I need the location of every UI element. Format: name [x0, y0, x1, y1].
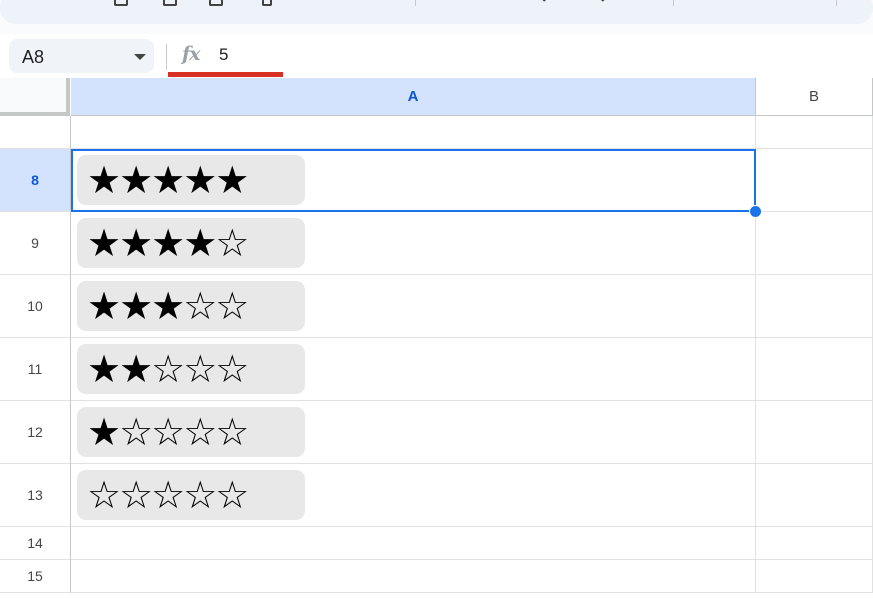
formula-input[interactable]: 5 — [219, 45, 228, 65]
undo-icon[interactable]: ↶ — [540, 0, 555, 10]
cell-a[interactable]: ★★★★★ — [71, 149, 756, 212]
toolbar-separator — [673, 0, 674, 6]
star-rating-chip[interactable]: ★★★★☆ — [77, 218, 305, 268]
toolbar-separator — [836, 0, 837, 6]
table-row: 13 ☆☆☆☆☆ — [0, 464, 873, 527]
row-header[interactable]: 15 — [0, 560, 71, 593]
cell-b[interactable] — [756, 275, 873, 338]
cell-a[interactable] — [71, 116, 756, 149]
table-row: 15 — [0, 560, 873, 593]
cell-b[interactable] — [756, 401, 873, 464]
cell-b[interactable] — [756, 212, 873, 275]
select-all-corner[interactable] — [0, 78, 70, 116]
table-row: 8 ★★★★★ — [0, 149, 873, 212]
table-row: 14 — [0, 527, 873, 560]
clear-format-icon[interactable] — [163, 0, 177, 6]
cell-a[interactable]: ★★☆☆☆ — [71, 338, 756, 401]
star-rating-chip[interactable]: ★☆☆☆☆ — [77, 407, 305, 457]
toolbar: ↶ ↷ — [0, 0, 873, 34]
table-row: 11 ★★☆☆☆ — [0, 338, 873, 401]
cell-b[interactable] — [756, 560, 873, 593]
cell-b[interactable] — [756, 527, 873, 560]
cell-a[interactable]: ★★★☆☆ — [71, 275, 756, 338]
formula-bar-underline — [168, 72, 283, 77]
print-icon[interactable] — [209, 0, 223, 6]
row-header[interactable]: 12 — [0, 401, 71, 464]
paint-format-icon[interactable] — [114, 0, 128, 6]
fill-handle[interactable] — [749, 205, 762, 218]
row-header[interactable]: 10 — [0, 275, 71, 338]
star-rating-chip[interactable]: ★★★☆☆ — [77, 281, 305, 331]
cell-b[interactable] — [756, 464, 873, 527]
cell-a[interactable]: ★★★★☆ — [71, 212, 756, 275]
row-header[interactable]: 11 — [0, 338, 71, 401]
redo-icon[interactable]: ↷ — [592, 0, 607, 10]
column-header-b[interactable]: B — [756, 78, 873, 116]
spreadsheet-grid: A B 8 ★★★★★ 9 ★★★★☆ 10 ★★★☆☆ 11 ★★☆☆☆ 12 — [0, 78, 873, 598]
format-icon[interactable] — [262, 0, 272, 6]
row-header[interactable] — [0, 116, 71, 149]
cell-a[interactable] — [71, 527, 756, 560]
toolbar-separator — [415, 0, 416, 6]
cell-a[interactable] — [71, 560, 756, 593]
formula-bar-divider — [166, 44, 167, 70]
fx-icon: fx — [182, 43, 200, 65]
chevron-down-icon[interactable] — [134, 54, 146, 60]
cell-a[interactable]: ☆☆☆☆☆ — [71, 464, 756, 527]
row-header[interactable]: 14 — [0, 527, 71, 560]
row-header[interactable]: 8 — [0, 149, 71, 212]
table-row — [0, 116, 873, 149]
name-box[interactable]: A8 — [9, 39, 154, 73]
row-header[interactable]: 13 — [0, 464, 71, 527]
cell-b[interactable] — [756, 149, 873, 212]
column-header-a[interactable]: A — [71, 78, 756, 116]
cell-a[interactable]: ★☆☆☆☆ — [71, 401, 756, 464]
toolbar-pill — [0, 0, 873, 24]
formula-bar: A8 fx 5 — [0, 34, 873, 78]
table-row: 9 ★★★★☆ — [0, 212, 873, 275]
cell-b[interactable] — [756, 116, 873, 149]
row-header[interactable]: 9 — [0, 212, 71, 275]
cell-b[interactable] — [756, 338, 873, 401]
name-box-value: A8 — [22, 47, 45, 67]
star-rating-chip[interactable]: ★★★★★ — [77, 155, 305, 205]
star-rating-chip[interactable]: ★★☆☆☆ — [77, 344, 305, 394]
table-row: 12 ★☆☆☆☆ — [0, 401, 873, 464]
table-row: 10 ★★★☆☆ — [0, 275, 873, 338]
star-rating-chip[interactable]: ☆☆☆☆☆ — [77, 470, 305, 520]
